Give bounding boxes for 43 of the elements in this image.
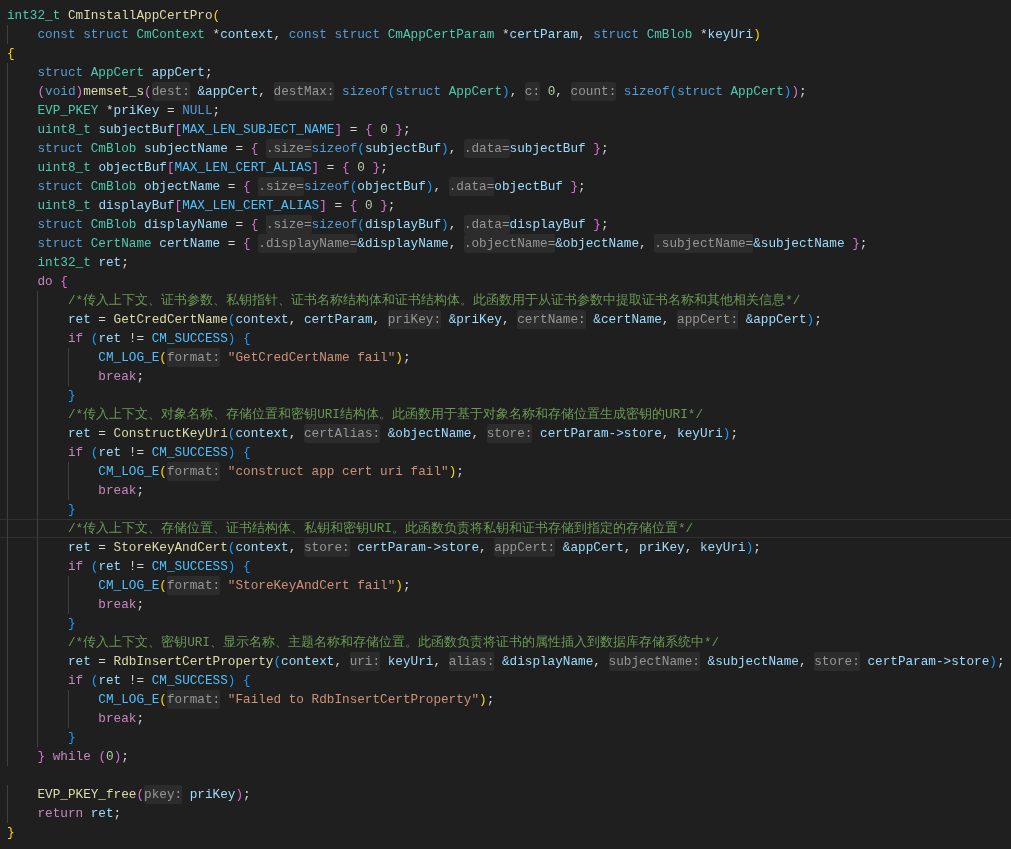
- code-line: const struct CmContext *context, const struct CmAppCertParam *certParam, struct CmBlob *keyUri): [0, 25, 1011, 44]
- code-line: ret = ConstructKeyUri(context, certAlias: &objectName, store: certParam->store, keyUri);: [0, 424, 1011, 443]
- code-line: }: [0, 386, 1011, 405]
- code-line: if (ret != CM_SUCCESS) {: [0, 557, 1011, 576]
- code-line: }: [0, 728, 1011, 747]
- code-line: struct CmBlob objectName = { .size=sizeof(objectBuf), .data=objectBuf };: [0, 177, 1011, 196]
- code-line: struct CertName certName = { .displayName=&displayName, .objectName=&objectName, .subjectName=&subjectName };: [0, 234, 1011, 253]
- code-line: {: [6, 45, 16, 63]
- code-line: if (ret != CM_SUCCESS) {: [0, 671, 1011, 690]
- code-line: ret = RdbInsertCertProperty(context, uri: keyUri, alias: &displayName, subjectName: &subjectName, store: certParam->store);: [0, 652, 1011, 671]
- code-line: EVP_PKEY *priKey = NULL;: [0, 101, 1011, 120]
- code-line: break;: [0, 595, 1011, 614]
- code-line: break;: [0, 709, 1011, 728]
- code-line: }: [0, 614, 1011, 633]
- code-line: int32_t ret;: [0, 253, 1011, 272]
- code-line: if (ret != CM_SUCCESS) {: [0, 329, 1011, 348]
- code-line: (void)memset_s(dest: &appCert, destMax: sizeof(struct AppCert), c: 0, count: sizeof(struct AppCert));: [0, 82, 1011, 101]
- code-line: } while (0);: [0, 747, 1011, 766]
- code-line: struct AppCert appCert;: [0, 63, 1011, 82]
- code-line: struct CmBlob displayName = { .size=sizeof(displayBuf), .data=displayBuf };: [0, 215, 1011, 234]
- code-line: }: [6, 824, 16, 842]
- code-line: EVP_PKEY_free(pkey: priKey);: [0, 785, 1011, 804]
- code-line: /*传入上下文、存储位置、证书结构体、私钥和密钥URI。此函数负责将私钥和证书存储到指定的存储位置*/: [0, 519, 1011, 538]
- code-line: uint8_t displayBuf[MAX_LEN_CERT_ALIAS] = { 0 };: [0, 196, 1011, 215]
- code-line: do {: [0, 272, 1011, 291]
- code-line: CM_LOG_E(format: "GetCredCertName fail");: [0, 348, 1011, 367]
- code-line: CM_LOG_E(format: "Failed to RdbInsertCertProperty");: [0, 690, 1011, 709]
- code-line: break;: [0, 481, 1011, 500]
- code-line: CM_LOG_E(format: "StoreKeyAndCert fail");: [0, 576, 1011, 595]
- code-line: uint8_t objectBuf[MAX_LEN_CERT_ALIAS] = { 0 };: [0, 158, 1011, 177]
- code-line: return ret;: [0, 804, 1011, 823]
- code-line: ret = StoreKeyAndCert(context, store: certParam->store, appCert: &appCert, priKey, keyUri);: [0, 538, 1011, 557]
- code-line: break;: [0, 367, 1011, 386]
- code-line: struct CmBlob subjectName = { .size=sizeof(subjectBuf), .data=subjectBuf };: [0, 139, 1011, 158]
- code-line: if (ret != CM_SUCCESS) {: [0, 443, 1011, 462]
- code-line: /*传入上下文、密钥URI、显示名称、主题名称和存储位置。此函数负责将证书的属性插入到数据库存储系统中*/: [0, 633, 1011, 652]
- code-line: uint8_t subjectBuf[MAX_LEN_SUBJECT_NAME] = { 0 };: [0, 120, 1011, 139]
- code-line: /*传入上下文、证书参数、私钥指针、证书名称结构体和证书结构体。此函数用于从证书参数中提取证书名称和其他相关信息*/: [0, 291, 1011, 310]
- code-line: /*传入上下文、对象名称、存储位置和密钥URI结构体。此函数用于基于对象名称和存储位置生成密钥的URI*/: [0, 405, 1011, 424]
- code-line: }: [0, 500, 1011, 519]
- code-line: int32_t CmInstallAppCertPro(: [6, 7, 222, 25]
- code-line: ret = GetCredCertName(context, certParam, priKey: &priKey, certName: &certName, appCert: &appCert);: [0, 310, 1011, 329]
- code-line: CM_LOG_E(format: "construct app cert uri fail");: [0, 462, 1011, 481]
